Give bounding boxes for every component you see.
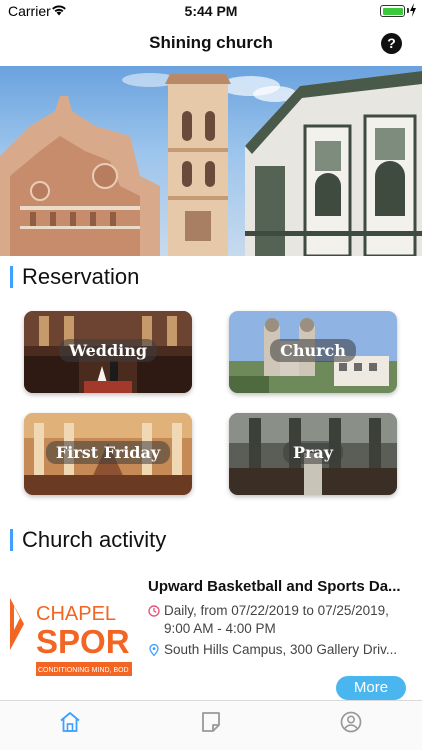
logo-top-text: CHAPEL	[36, 603, 116, 625]
pray-label-text: Pray	[282, 441, 344, 464]
location-pin-icon	[149, 644, 159, 656]
activity-location-row: South Hills Campus, 300 Gallery Driv...	[148, 641, 408, 659]
reservation-label-pray: Pray	[229, 441, 397, 464]
logo-main-text: SPOR	[36, 623, 130, 660]
battery-icon	[380, 5, 405, 17]
church-label-text: Church	[270, 339, 356, 362]
page-title: Shining church	[149, 33, 273, 52]
reservation-card-church[interactable]: Church	[229, 311, 397, 393]
home-icon[interactable]	[58, 710, 82, 734]
status-time: 5:44 PM	[184, 3, 238, 19]
activity-location: South Hills Campus, 300 Gallery Driv...	[164, 642, 398, 657]
more-button[interactable]: More	[336, 676, 406, 700]
activity-time: Daily, from 07/22/2019 to 07/25/2019, 9:…	[164, 603, 389, 636]
reservation-heading: Reservation	[10, 266, 139, 288]
nav-bar: Shining church ?	[0, 22, 422, 66]
reservation-card-first-friday[interactable]: First Friday	[24, 413, 192, 495]
reservation-card-pray[interactable]: Pray	[229, 413, 397, 495]
church-activity-heading: Church activity	[10, 529, 166, 551]
clock-icon	[148, 605, 160, 617]
activity-title[interactable]: Upward Basketball and Sports Da...	[148, 578, 412, 595]
logo-tagline-text: CONDITIONING MIND, BOD	[38, 667, 129, 674]
profile-icon[interactable]	[339, 710, 363, 734]
reservation-label-first-friday: First Friday	[24, 441, 192, 464]
activity-logo-image[interactable]: CHAPEL SPOR CONDITIONING MIND, BOD	[10, 592, 132, 680]
status-bar: Carrier 5:44 PM	[0, 0, 422, 22]
activity-time-row: Daily, from 07/22/2019 to 07/25/2019, 9:…	[148, 602, 408, 638]
wedding-label-text: Wedding	[58, 339, 158, 362]
chapel-sports-logo: CHAPEL SPOR CONDITIONING MIND, BOD	[10, 598, 132, 676]
reservation-label-church: Church	[229, 339, 397, 362]
battery-fill	[382, 7, 403, 15]
help-icon[interactable]: ?	[381, 33, 402, 54]
banner-illustration	[0, 71, 422, 256]
first-friday-label-text: First Friday	[45, 441, 171, 464]
church-banner-image	[0, 66, 422, 256]
tab-bar	[0, 700, 422, 750]
notes-icon[interactable]	[199, 710, 223, 734]
charging-icon	[410, 3, 416, 17]
reservation-card-wedding[interactable]: Wedding	[24, 311, 192, 393]
reservation-label-wedding: Wedding	[24, 339, 192, 362]
